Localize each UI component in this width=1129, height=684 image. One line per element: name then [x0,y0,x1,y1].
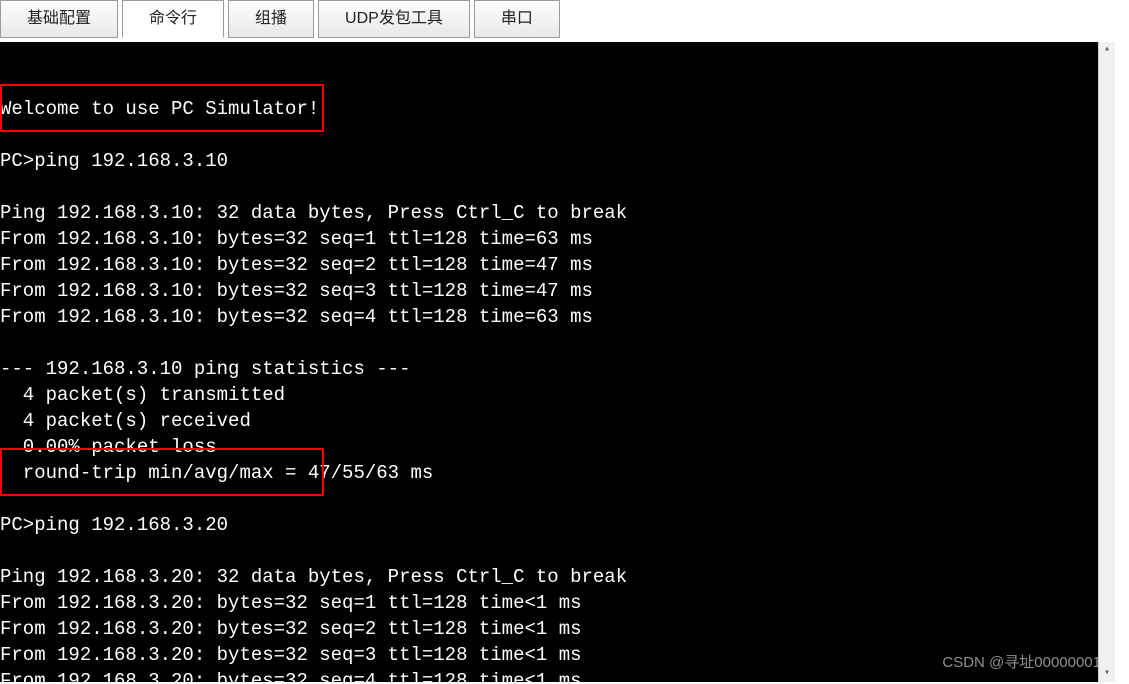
terminal-line: From 192.168.3.10: bytes=32 seq=2 ttl=12… [0,252,1115,278]
scrollbar-vertical[interactable]: ▴ ▾ [1098,42,1115,682]
terminal-line [0,174,1115,200]
terminal-line: 4 packet(s) received [0,408,1115,434]
terminal-line: PC>ping 192.168.3.10 [0,148,1115,174]
terminal-line: 0.00% packet loss [0,434,1115,460]
terminal-line: From 192.168.3.10: bytes=32 seq=3 ttl=12… [0,278,1115,304]
tab-serial-port[interactable]: 串口 [474,0,560,38]
terminal-line [0,122,1115,148]
terminal-line: Ping 192.168.3.20: 32 data bytes, Press … [0,564,1115,590]
terminal-line [0,486,1115,512]
tab-command-line[interactable]: 命令行 [122,0,224,38]
terminal-line: From 192.168.3.10: bytes=32 seq=4 ttl=12… [0,304,1115,330]
terminal-line: From 192.168.3.20: bytes=32 seq=3 ttl=12… [0,642,1115,668]
terminal-line: round-trip min/avg/max = 47/55/63 ms [0,460,1115,486]
terminal-line: From 192.168.3.20: bytes=32 seq=1 ttl=12… [0,590,1115,616]
terminal-line: Welcome to use PC Simulator! [0,96,1115,122]
tab-udp-send-tool[interactable]: UDP发包工具 [318,0,470,38]
terminal-line: From 192.168.3.20: bytes=32 seq=4 ttl=12… [0,668,1115,682]
tab-multicast[interactable]: 组播 [228,0,314,38]
terminal-line [0,538,1115,564]
terminal-line: From 192.168.3.10: bytes=32 seq=1 ttl=12… [0,226,1115,252]
terminal-line: --- 192.168.3.10 ping statistics --- [0,356,1115,382]
terminal[interactable]: Welcome to use PC Simulator! PC>ping 192… [0,42,1115,682]
tab-bar: 基础配置 命令行 组播 UDP发包工具 串口 [0,0,1129,40]
terminal-line [0,330,1115,356]
scroll-down-icon[interactable]: ▾ [1099,666,1115,682]
scroll-up-icon[interactable]: ▴ [1099,42,1115,58]
tab-basic-config[interactable]: 基础配置 [0,0,118,38]
terminal-line: 4 packet(s) transmitted [0,382,1115,408]
terminal-line: PC>ping 192.168.3.20 [0,512,1115,538]
terminal-line: From 192.168.3.20: bytes=32 seq=2 ttl=12… [0,616,1115,642]
terminal-line: Ping 192.168.3.10: 32 data bytes, Press … [0,200,1115,226]
